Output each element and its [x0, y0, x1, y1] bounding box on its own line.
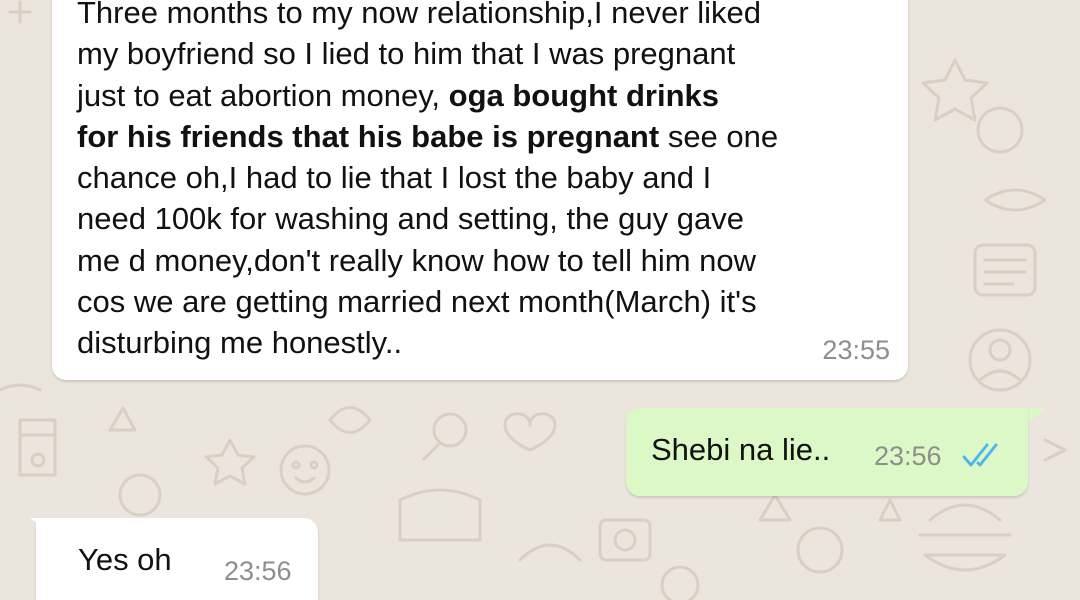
message-timestamp: 23:55: [822, 335, 890, 365]
message-timestamp: 23:56: [874, 441, 942, 471]
message-text: Three months to my now relationship,I ne…: [77, 0, 779, 361]
double-check-read-icon: [962, 443, 998, 467]
incoming-message-bubble[interactable]: Three months to my now relationship,I ne…: [52, 0, 908, 380]
message-text: Shebi na lie..: [651, 432, 831, 467]
outgoing-bubble-tail: [1026, 408, 1046, 424]
message-timestamp: 23:56: [224, 556, 292, 586]
message-text: Yes oh: [78, 542, 172, 577]
incoming-message-bubble[interactable]: Yes oh 23:56: [36, 518, 318, 600]
